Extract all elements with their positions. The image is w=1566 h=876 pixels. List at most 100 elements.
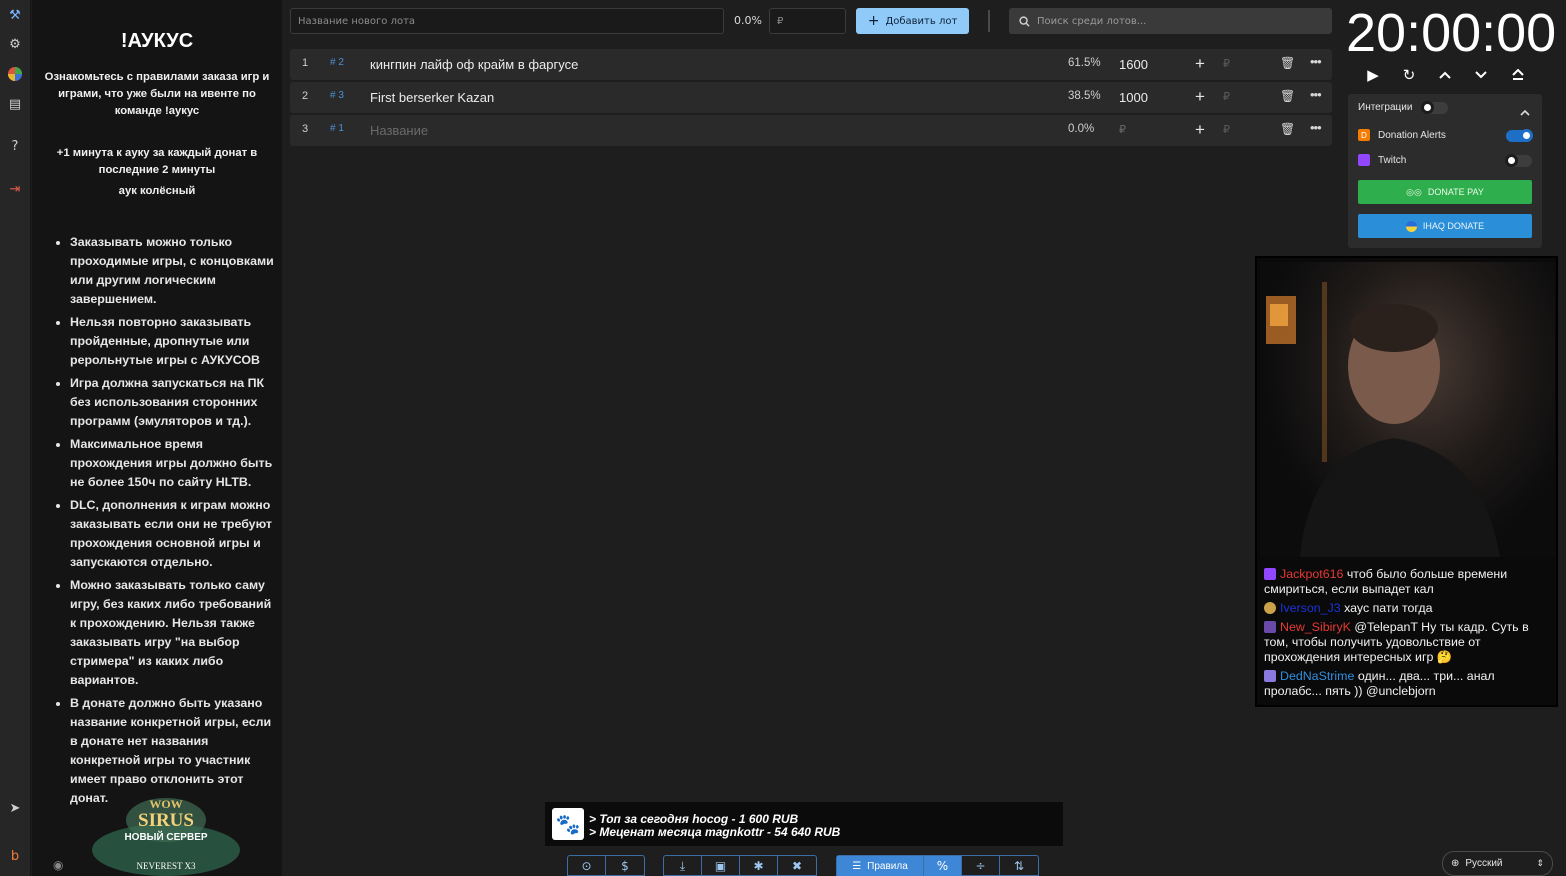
github-icon[interactable]: ⊙	[568, 856, 606, 876]
ihaq-icon	[1405, 220, 1417, 232]
twitch-toggle[interactable]	[1505, 154, 1532, 167]
ihaq-donate-button[interactable]: IHAQ DONATE	[1358, 214, 1532, 238]
bug-icon[interactable]: ✱	[740, 856, 778, 876]
chat-username: Iverson_J3	[1280, 601, 1341, 615]
lot-fast-id: # 3	[330, 90, 344, 101]
more-icon[interactable]: •••	[1310, 120, 1322, 135]
lot-name-placeholder[interactable]: Название	[370, 123, 428, 138]
sort-icon[interactable]: ⇅	[1000, 856, 1038, 876]
chat-message: DedNaStrime один... два... три... анал п…	[1264, 669, 1549, 699]
rules-toggle-button[interactable]: ☰ Правила	[837, 856, 924, 876]
wow-sirus-logo: WOW SIRUS НОВЫЙ СЕРВЕР NEVEREST X3	[92, 797, 240, 876]
logo-sirus: SIRUS	[138, 810, 194, 831]
chevron-up-icon[interactable]	[1520, 101, 1530, 120]
telegram-icon[interactable]: ➤	[5, 798, 25, 818]
gavel-icon[interactable]: ⚒	[5, 5, 25, 25]
top-today: > Топ за сегодня hocog - 1 600 RUB	[589, 812, 799, 826]
twitch-icon	[1358, 154, 1370, 166]
chat-message: Iverson_J3 хаус пати тогда	[1264, 601, 1549, 616]
donation-alerts-label: Donation Alerts	[1378, 130, 1446, 141]
percent-toggle-button[interactable]: %	[924, 856, 962, 876]
donate-pay-button[interactable]: ◎◎ DONATE PAY	[1358, 180, 1532, 204]
chat-username: New_SibiryK	[1280, 620, 1351, 634]
paw-icon: 🐾	[552, 808, 584, 840]
lot-search-input[interactable]: Поиск среди лотов...	[1009, 8, 1332, 34]
new-lot-amount-input[interactable]: ₽	[769, 8, 846, 34]
chat-username: DedNaStrime	[1280, 669, 1355, 683]
chevron-up-icon[interactable]	[1434, 64, 1456, 86]
new-lot-name-input[interactable]: Название нового лота	[290, 8, 724, 34]
trash-icon[interactable]: 🗑	[1280, 89, 1295, 103]
rule-item: Игра должна запускаться на ПК без исполь…	[70, 374, 276, 431]
extra-amount-input[interactable]: ₽	[1223, 90, 1230, 103]
rule-item: Заказывать можно только проходимые игры,…	[70, 233, 276, 309]
lot-index: 3	[302, 123, 309, 135]
new-lot-name-placeholder: Название нового лота	[298, 15, 416, 27]
trash-icon[interactable]: 🗑	[1280, 122, 1295, 136]
integrations-panel: Интеграции D Donation Alerts Twitch ◎◎ D…	[1348, 94, 1542, 248]
lot-amount[interactable]: 1000	[1119, 90, 1148, 105]
badge-icon	[1264, 621, 1276, 633]
gear-icon[interactable]: ⚙	[5, 34, 25, 54]
more-icon[interactable]: •••	[1310, 54, 1322, 69]
stream-chat: Jackpot616 чтоб было больше времени смир…	[1264, 567, 1549, 703]
add-lot-button[interactable]: + Добавить лот	[856, 8, 969, 34]
play-icon[interactable]: ▶	[1362, 64, 1384, 86]
chevron-down-icon[interactable]	[1470, 64, 1492, 86]
chat-username: Jackpot616	[1280, 567, 1344, 581]
save-icon[interactable]: ▣	[702, 856, 740, 876]
toolbar-group-actions: ⤓ ▣ ✱ ✖	[663, 855, 817, 876]
lot-percent: 61.5%	[1068, 57, 1101, 69]
badge-icon	[1264, 602, 1276, 614]
extra-amount-input[interactable]: ₽	[1223, 57, 1230, 70]
integrations-toggle[interactable]	[1421, 101, 1448, 114]
top-month: > Меценат месяца magnkottr - 54 640 RUB	[589, 825, 841, 839]
logout-icon[interactable]: ⇥	[5, 179, 25, 199]
wheel-icon[interactable]	[5, 64, 25, 84]
webcam-overlay: Jackpot616 чтоб было больше времени смир…	[1255, 256, 1558, 707]
list-icon: ☰	[852, 860, 862, 872]
integrations-header: Интеграции	[1358, 102, 1413, 113]
logo-new-server: НОВЫЙ СЕРВЕР	[124, 830, 207, 843]
chat-message: Jackpot616 чтоб было больше времени смир…	[1264, 567, 1549, 597]
auction-timer: 20:00:00	[1346, 3, 1557, 63]
lot-row: 3 # 1 Название 0.0% ₽ + ₽ 🗑 •••	[290, 115, 1332, 146]
eye-icon[interactable]: ◉	[53, 858, 63, 872]
add-amount-button[interactable]: +	[1195, 54, 1205, 74]
rules-mode: аук колёсный	[118, 185, 196, 197]
lot-index: 2	[302, 90, 309, 102]
download-icon[interactable]: ⤓	[664, 856, 702, 876]
twitch-label: Twitch	[1378, 155, 1407, 166]
rule-item: Нельзя повторно заказывать пройденные, д…	[70, 313, 276, 370]
help-icon[interactable]: ?	[5, 136, 25, 156]
add-amount-button[interactable]: +	[1195, 87, 1205, 107]
trash-icon[interactable]: 🗑	[1280, 56, 1295, 70]
double-chevron-up-icon[interactable]	[1507, 64, 1529, 86]
lot-index: 1	[302, 57, 309, 69]
language-select[interactable]: ⊕ Русский ⇕	[1442, 851, 1553, 876]
divider	[988, 10, 990, 32]
reset-icon[interactable]: ↻	[1398, 64, 1420, 86]
lot-amount-input[interactable]: ₽	[1119, 123, 1126, 136]
rule-item: Можно заказывать только саму игру, без к…	[70, 576, 276, 690]
sidebar-rail: ⚒ ⚙ ▤ ? ⇥ ➤ b	[0, 0, 31, 876]
lot-name[interactable]: кингпин лайф оф крайм в фаргусе	[370, 57, 578, 72]
logo-wow: WOW	[149, 797, 182, 811]
lot-row: 1 # 2 кингпин лайф оф крайм в фаргусе 61…	[290, 49, 1332, 80]
amount-placeholder: ₽	[777, 15, 784, 27]
clipboard-icon[interactable]: ▤	[5, 94, 25, 114]
lot-amount[interactable]: 1600	[1119, 57, 1148, 72]
clear-icon[interactable]: ✖	[778, 856, 816, 876]
compress-icon[interactable]: ÷	[962, 856, 1000, 876]
more-icon[interactable]: •••	[1310, 87, 1322, 102]
extra-amount-input[interactable]: ₽	[1223, 123, 1230, 136]
add-amount-button[interactable]: +	[1195, 120, 1205, 140]
donation-alerts-toggle[interactable]	[1506, 129, 1533, 142]
donate-pay-icon: ◎◎	[1406, 186, 1422, 197]
lot-percent: 38.5%	[1068, 90, 1101, 102]
dollar-icon[interactable]: $	[606, 856, 644, 876]
boosty-icon[interactable]: b	[5, 846, 25, 866]
rule-item: DLC, дополнения к играм можно заказывать…	[70, 496, 276, 572]
globe-icon: ⊕	[1451, 858, 1460, 869]
lot-name[interactable]: First berserker Kazan	[370, 90, 494, 105]
